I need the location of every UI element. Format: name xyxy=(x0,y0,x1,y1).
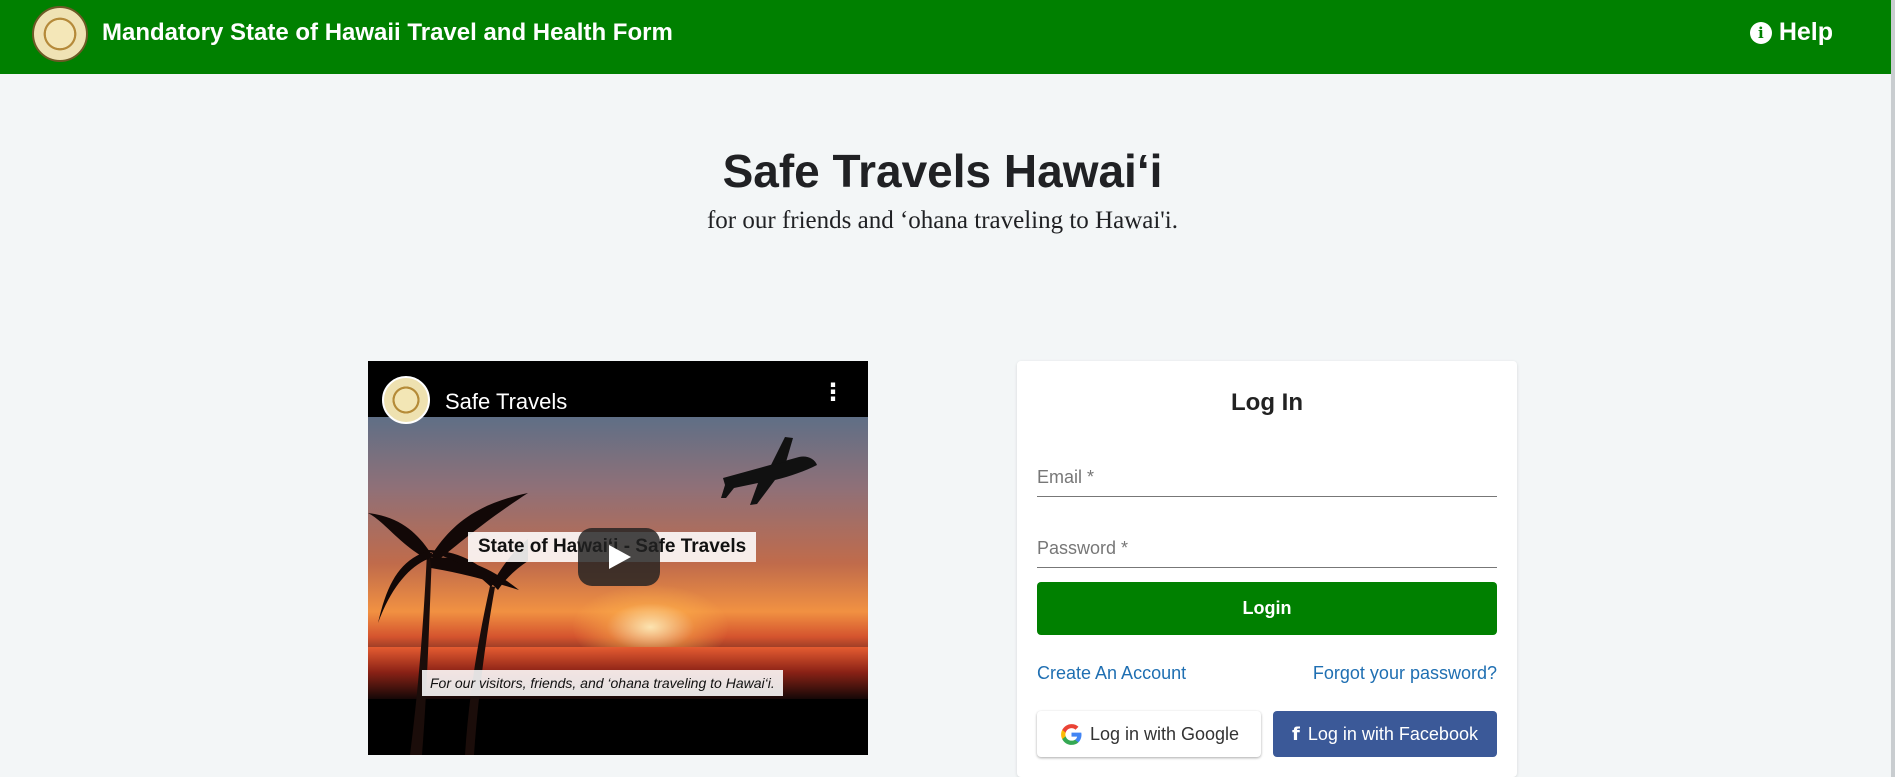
forgot-password-link[interactable]: Forgot your password? xyxy=(1313,663,1497,684)
safe-travels-video[interactable]: State of Hawai‘i - Safe Travels For our … xyxy=(368,361,868,755)
login-card: Log In Login Create An Account Forgot yo… xyxy=(1017,361,1517,777)
password-field[interactable] xyxy=(1037,530,1497,568)
login-title: Log In xyxy=(1231,389,1303,416)
facebook-icon: f xyxy=(1292,723,1300,745)
hawaii-state-seal-logo xyxy=(32,6,88,62)
google-login-label: Log in with Google xyxy=(1089,723,1240,744)
help-label: Help xyxy=(1778,18,1833,46)
facebook-login-label: Log in with Facebook xyxy=(1307,723,1478,744)
hero-title: Safe Travels Hawai‘i xyxy=(722,145,1163,197)
help-link[interactable]: i Help xyxy=(1749,18,1833,47)
safe-travels-login-page: Mandatory State of Hawaii Travel and Hea… xyxy=(0,0,1895,777)
play-icon xyxy=(609,545,631,569)
video-title: Safe Travels xyxy=(445,389,568,414)
login-button[interactable]: Login xyxy=(1037,582,1497,635)
info-icon: i xyxy=(1749,21,1772,44)
hero-subtitle: for our friends and ‘ohana traveling to … xyxy=(706,207,1178,234)
create-account-link[interactable]: Create An Account xyxy=(1037,663,1186,684)
scrollbar-edge[interactable] xyxy=(1891,0,1895,777)
top-header: Mandatory State of Hawaii Travel and Hea… xyxy=(0,0,1891,74)
facebook-login-button[interactable]: f Log in with Facebook xyxy=(1273,711,1497,757)
app-title: Mandatory State of Hawaii Travel and Hea… xyxy=(102,19,673,46)
email-field[interactable] xyxy=(1037,459,1497,497)
thumbnail-caption: For our visitors, friends, and ‘ohana tr… xyxy=(422,670,783,696)
play-button[interactable] xyxy=(578,528,660,586)
google-login-button[interactable]: Log in with Google xyxy=(1037,711,1261,757)
airplane-icon xyxy=(721,437,817,505)
google-icon xyxy=(1061,723,1082,745)
channel-avatar xyxy=(382,376,430,424)
more-options-icon[interactable]: ⋮ xyxy=(821,381,845,413)
palm-tree-icon xyxy=(368,493,528,755)
video-title-bar: Safe Travels ⋮ xyxy=(368,361,868,424)
